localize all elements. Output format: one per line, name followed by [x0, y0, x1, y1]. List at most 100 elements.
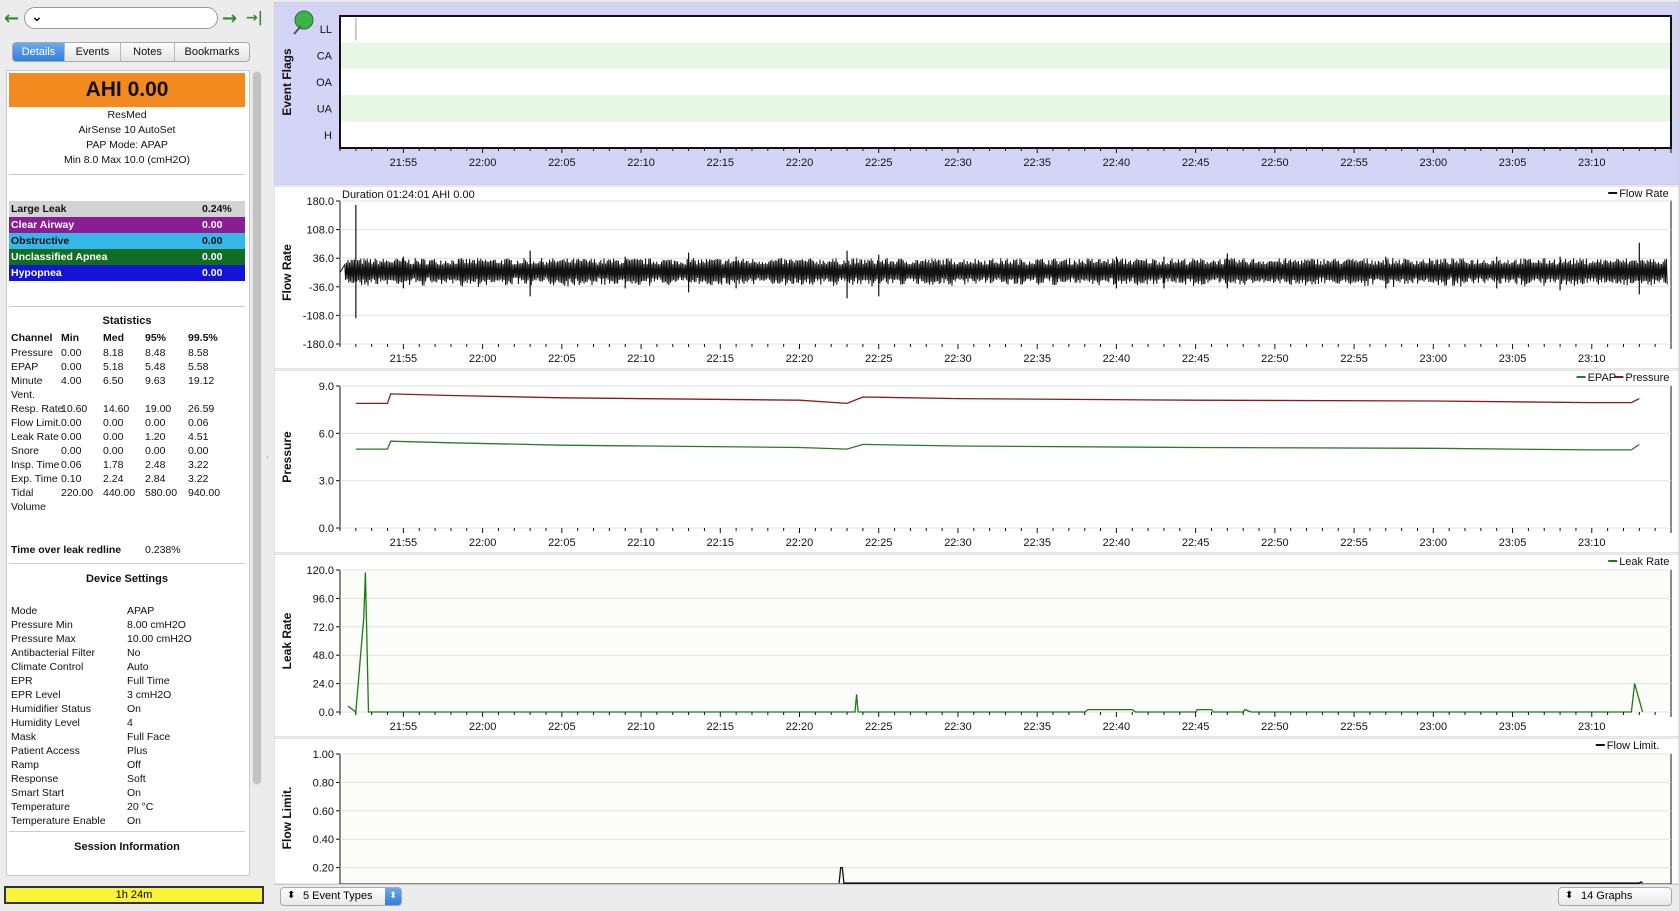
stat-cell: 0.10 [61, 473, 82, 485]
setting-name: Response [11, 773, 59, 785]
event-types-selector[interactable]: ⬍ 5 Event Types ⬍ [280, 887, 402, 906]
y-tick-label: 9.0 [319, 381, 334, 393]
date-selector[interactable]: ⌄ [24, 7, 218, 29]
details-panel: AHI 0.00 ResMed AirSense 10 AutoSet PAP … [6, 70, 250, 876]
event-index-value: 0.00 [202, 267, 223, 279]
setting-name: Temperature Enable [11, 815, 106, 827]
x-tick-label: 22:15 [707, 721, 735, 733]
stat-row: Vent. [9, 388, 245, 403]
stat-cell: 3.22 [188, 459, 209, 471]
y-tick-label: 0.80 [313, 777, 334, 789]
y-tick-label: 1.00 [313, 749, 334, 761]
tab-events[interactable]: Events [65, 43, 121, 61]
stat-cell: 0.00 [61, 361, 82, 373]
x-tick-label: 22:45 [1182, 157, 1210, 169]
stat-row: EPAP 0.00 5.18 5.48 5.58 [9, 360, 245, 375]
updown-icon: ⬍ [287, 890, 296, 901]
stat-cell: 940.00 [188, 487, 221, 499]
divider [9, 563, 245, 564]
y-tick-label: -108.0 [303, 310, 334, 322]
flag-row-label: H [324, 130, 332, 142]
setting-value: 3 cmH2O [127, 689, 172, 701]
stat-row: Insp. Time 0.06 1.78 2.48 3.22 [9, 458, 245, 473]
stat-header-cell: Min [61, 332, 80, 344]
tab-details[interactable]: Details [13, 43, 65, 61]
stat-cell: Leak Rate [11, 431, 59, 443]
stat-cell: 0.06 [61, 459, 82, 471]
jump-to-end-icon[interactable]: →| [246, 10, 263, 26]
setting-value: APAP [127, 605, 155, 617]
stat-header-cell: 95% [145, 332, 167, 344]
chevron-down-icon[interactable]: ⌄ [31, 9, 43, 25]
pressure-range: Min 8.0 Max 10.0 (cmH2O) [63, 154, 191, 166]
y-tick-label: 96.0 [313, 593, 334, 605]
x-tick-label: 22:35 [1023, 721, 1051, 733]
leak-rate-graph[interactable]: 120.0 96.0 72.0 48.0 24.0 0.0 21:55 22:00 22:05 2… [274, 554, 1679, 737]
pressure-graph[interactable]: 9.0 6.0 3.0 0.0 21:55 22:00 22:05 22:10 22:15 22:… [274, 370, 1679, 553]
stat-cell: 14.60 [103, 403, 130, 415]
event-flags-graph[interactable]: LL CA OA UA H 21:55 22:00 22:05 22:10 22:15 22:20 2… [274, 2, 1679, 185]
setting-row: Temperature Enable On [9, 814, 245, 829]
splitter-handle[interactable]: ◦ [266, 452, 269, 462]
tab-bookmarks[interactable]: Bookmarks [175, 43, 249, 61]
x-tick-label: 22:20 [786, 353, 814, 365]
setting-value: 8.00 cmH2O [127, 619, 186, 631]
stat-cell: Exp. Time [11, 473, 58, 485]
stat-cell: 2.84 [145, 473, 166, 485]
forward-arrow-icon[interactable]: → [222, 8, 237, 29]
back-arrow-icon[interactable]: ← [4, 8, 19, 29]
stat-row: Pressure 0.00 8.18 8.48 8.58 [9, 346, 245, 361]
x-tick-label: 23:05 [1499, 721, 1527, 733]
stat-cell: 1.20 [145, 431, 166, 443]
pressure-svg: 9.0 6.0 3.0 0.0 21:55 22:00 22:05 22:10 22:15 22:… [274, 370, 1679, 553]
x-tick-label: 22:00 [469, 353, 497, 365]
event-flags-svg: LL CA OA UA H 21:55 22:00 22:05 22:10 22:15 22:20 2… [274, 2, 1679, 185]
setting-name: Climate Control [11, 661, 84, 673]
y-tick-label: 120.0 [306, 565, 334, 577]
dropdown-button-icon[interactable]: ⬍ [385, 888, 401, 905]
x-tick-label: 22:30 [944, 157, 972, 169]
event-index-row: Unclassified Apnea 0.00 [9, 249, 245, 265]
setting-value: Full Face [127, 731, 171, 743]
setting-value: Plus [127, 745, 148, 757]
event-types-label: 5 Event Types [303, 890, 373, 902]
y-tick-label: 0.40 [313, 834, 334, 846]
flow-rate-graph[interactable]: 180.0 108.0 36.0 -36.0 -108.0 -180.0 21:55 22:0… [274, 186, 1679, 369]
flow-limitation-svg: 1.00 0.80 0.60 0.40 0.20 Flow Limit. Flow Limi… [274, 738, 1679, 884]
setting-name: Pressure Min [11, 619, 73, 631]
stat-cell: 0.00 [103, 417, 124, 429]
flag-row-label: CA [317, 51, 333, 63]
event-index-row: Clear Airway 0.00 [9, 217, 245, 233]
divider [9, 306, 245, 307]
graphs-label: 14 Graphs [1581, 890, 1633, 902]
x-tick-label: 22:55 [1340, 157, 1368, 169]
flow-limitation-graph[interactable]: 1.00 0.80 0.60 0.40 0.20 Flow Limit. Flow Limi… [274, 738, 1679, 884]
x-tick-label: 22:25 [865, 353, 893, 365]
y-axis-label: Pressure [280, 431, 294, 483]
y-tick-label: -36.0 [309, 282, 334, 294]
x-tick-label: 22:55 [1340, 353, 1368, 365]
event-index-label: Obstructive [11, 235, 70, 247]
plot-area [339, 15, 1672, 149]
x-tick-label: 22:25 [865, 537, 893, 549]
details-tabs: Details Events Notes Bookmarks [12, 42, 250, 62]
stat-cell: 19.00 [145, 403, 172, 415]
details-scrollbar[interactable] [252, 70, 262, 786]
stat-cell: Flow Limit. [11, 417, 62, 429]
x-tick-label: 22:20 [786, 721, 814, 733]
y-tick-label: 0.0 [319, 707, 334, 719]
stat-cell: 2.24 [103, 473, 124, 485]
setting-value: On [127, 787, 142, 799]
stat-cell: 9.63 [145, 375, 166, 387]
y-tick-label: 3.0 [319, 476, 334, 488]
stat-cell: 8.48 [145, 347, 166, 359]
stat-cell: 0.00 [61, 347, 82, 359]
graphs-selector[interactable]: ⬍ 14 Graphs [1558, 887, 1672, 906]
x-tick-label: 23:05 [1499, 157, 1527, 169]
setting-row: Response Soft [9, 772, 245, 787]
x-tick-label: 22:35 [1023, 353, 1051, 365]
setting-value: 4 [127, 717, 133, 729]
tab-notes[interactable]: Notes [121, 43, 175, 61]
scrollbar-thumb[interactable] [253, 72, 261, 784]
x-tick-label: 23:10 [1578, 157, 1606, 169]
